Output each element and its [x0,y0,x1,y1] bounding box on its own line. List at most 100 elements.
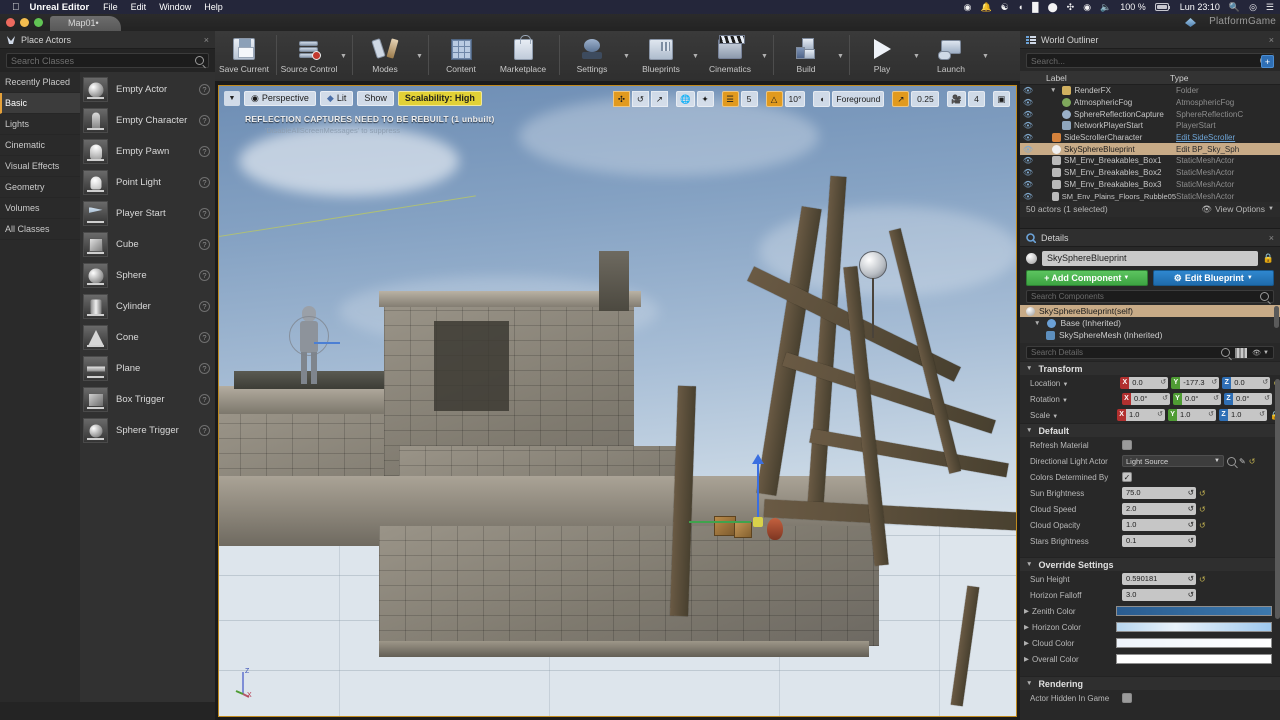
close-window-button[interactable] [6,18,15,27]
add-component-button[interactable]: + Add Component ▼ [1026,270,1148,286]
scale-x[interactable]: X 1.0 ↺ [1117,409,1166,421]
section-override-settings[interactable]: ▼ Override Settings [1020,557,1280,571]
help-icon[interactable]: ? [199,363,210,374]
docker-icon[interactable]: ☯ [1001,2,1009,13]
cloud-color-swatch[interactable] [1116,638,1272,648]
minimize-window-button[interactable] [20,18,29,27]
reset-icon[interactable]: ↺ [1199,521,1206,530]
layer-selector[interactable]: Foreground [832,91,885,107]
list-item[interactable]: Sphere Trigger ? [80,415,215,446]
toolbar-source-control[interactable]: Source Control [280,31,338,82]
components-scrollbar[interactable] [1274,306,1279,328]
surface-snap-button[interactable]: ✦ [696,91,714,107]
refresh-material-checkbox[interactable] [1122,440,1132,450]
add-actor-button[interactable]: + [1261,55,1274,68]
expand-triangle-icon[interactable]: ▶ [1024,639,1029,647]
components-search-input[interactable]: Search Components [1026,290,1274,303]
category-cinematic[interactable]: Cinematic [0,135,80,156]
expand-triangle-icon[interactable]: ▶ [1024,607,1029,615]
outliner-search-input[interactable]: Search... [1026,53,1274,68]
wifi-icon[interactable]: ◉ [1083,2,1091,13]
expand-triangle-icon[interactable]: ▶ [1024,655,1029,663]
help-icon[interactable]: ? [199,239,210,250]
control-center-icon[interactable]: ☰ [1266,2,1274,13]
table-row[interactable]: 👁 SM_Env_Breakables_Box3 StaticMeshActor [1020,179,1280,191]
blueprints-dropdown-icon[interactable]: ▼ [690,31,701,82]
location-y[interactable]: Y -177.3 ↺ [1171,377,1220,389]
component-row-mesh[interactable]: SkySphereMesh (Inherited) [1020,329,1280,341]
outliner-type-link[interactable]: Edit SideScroller [1176,133,1280,142]
help-icon[interactable]: ? [199,301,210,312]
spotlight-icon[interactable]: 🔍 [1229,2,1240,13]
actor-hidden-checkbox[interactable] [1122,693,1132,703]
expand-triangle-icon[interactable]: ▼ [1050,87,1056,94]
expand-triangle-icon[interactable]: ▼ [1034,320,1040,327]
visibility-eye-icon[interactable]: 👁 [1020,133,1036,142]
list-item[interactable]: Cylinder ? [80,291,215,322]
component-row-base[interactable]: ▼ Base (Inherited) [1020,317,1280,329]
table-row[interactable]: 👁 NetworkPlayerStart PlayerStart [1020,120,1280,132]
category-geometry[interactable]: Geometry [0,177,80,198]
visibility-eye-icon[interactable]: 👁 [1020,192,1036,201]
view-options-button[interactable]: View Options [1215,204,1265,214]
visibility-eye-icon[interactable]: 👁 [1020,168,1036,177]
chevron-down-icon[interactable]: ▼ [1268,206,1274,212]
menu-app-name[interactable]: Unreal Editor [30,2,90,13]
viewport-canvas[interactable]: REFLECTION CAPTURES NEED TO BE REBUILT (… [218,85,1017,717]
toolbar-modes[interactable]: Modes [356,31,414,82]
category-basic[interactable]: Basic [0,93,80,114]
edit-blueprint-button[interactable]: ⚙ Edit Blueprint ▼ [1152,270,1274,286]
help-icon[interactable]: ? [199,332,210,343]
close-icon[interactable]: × [1269,35,1274,45]
gizmo-z-axis[interactable] [757,461,759,521]
menu-help[interactable]: Help [204,2,223,12]
viewport-options-icon[interactable]: ▼ [224,91,240,106]
actor-name-field[interactable]: SkySphereBlueprint [1042,251,1258,266]
world-space-button[interactable]: 🌐 [675,91,695,107]
translate-mode-button[interactable]: ✣ [612,91,630,107]
angle-snap-toggle[interactable]: △ [765,91,783,107]
search-classes-input[interactable]: Search Classes [6,53,209,68]
evernote-icon[interactable]: █ [1032,2,1038,12]
scale-snap-value[interactable]: 0.25 [911,91,940,107]
pick-icon[interactable]: ✎ [1239,457,1246,466]
clock-label[interactable]: Lun 23:10 [1180,2,1220,12]
expand-triangle-icon[interactable]: ▶ [1024,623,1029,631]
section-default[interactable]: ▼ Default [1020,423,1280,437]
column-header-label[interactable]: Label [1020,73,1170,83]
rotate-mode-button[interactable]: ↺ [631,91,649,107]
visibility-eye-icon[interactable]: 👁 [1020,145,1036,154]
cinematics-dropdown-icon[interactable]: ▼ [759,31,770,82]
visibility-eye-icon[interactable]: 👁 [1020,180,1036,189]
gizmo-y-axis[interactable] [689,521,751,523]
reset-icon[interactable]: ↺ [1249,457,1256,466]
table-row[interactable]: 👁 SM_Env_Breakables_Box1 StaticMeshActor [1020,155,1280,167]
launch-dropdown-icon[interactable]: ▼ [980,31,991,82]
section-transform[interactable]: ▼ Transform [1020,361,1280,375]
browse-icon[interactable] [1227,456,1236,466]
table-row[interactable]: 👁 ▼ RenderFX Folder [1020,85,1280,97]
location-z[interactable]: Z 0.0 ↺ [1222,377,1271,389]
help-icon[interactable]: ? [199,270,210,281]
zenith-color-swatch[interactable] [1116,606,1272,616]
list-item[interactable]: Player Start ? [80,198,215,229]
expand-triangle-icon[interactable]: ▼ [1026,680,1032,687]
siri-icon[interactable]: ◎ [1249,2,1257,13]
horizon-falloff-field[interactable]: 3.0 ↺ [1122,589,1196,601]
reset-icon[interactable]: ↺ [1199,575,1206,584]
world-outliner-tab[interactable]: World Outliner × [1020,31,1280,49]
toolbar-settings[interactable]: Settings [563,31,621,82]
camera-speed-icon[interactable]: 🎥 [947,91,966,107]
toolbar-play[interactable]: Play [853,31,911,82]
help-icon[interactable]: ? [199,146,210,157]
build-dropdown-icon[interactable]: ▼ [835,31,846,82]
show-menu-button[interactable]: Show [357,91,394,106]
section-rendering[interactable]: ▼ Rendering [1020,676,1280,690]
horizon-color-swatch[interactable] [1116,622,1272,632]
scale-y[interactable]: Y 1.0 ↺ [1168,409,1217,421]
component-row-self[interactable]: SkySphereBlueprint(self) [1020,305,1280,317]
sun-brightness-field[interactable]: 75.0 ↺ [1122,487,1196,499]
expand-triangle-icon[interactable]: ▼ [1026,365,1032,372]
place-actors-tab[interactable]: Place Actors × [0,31,215,49]
notification-icon[interactable]: 🔔 [980,2,991,13]
